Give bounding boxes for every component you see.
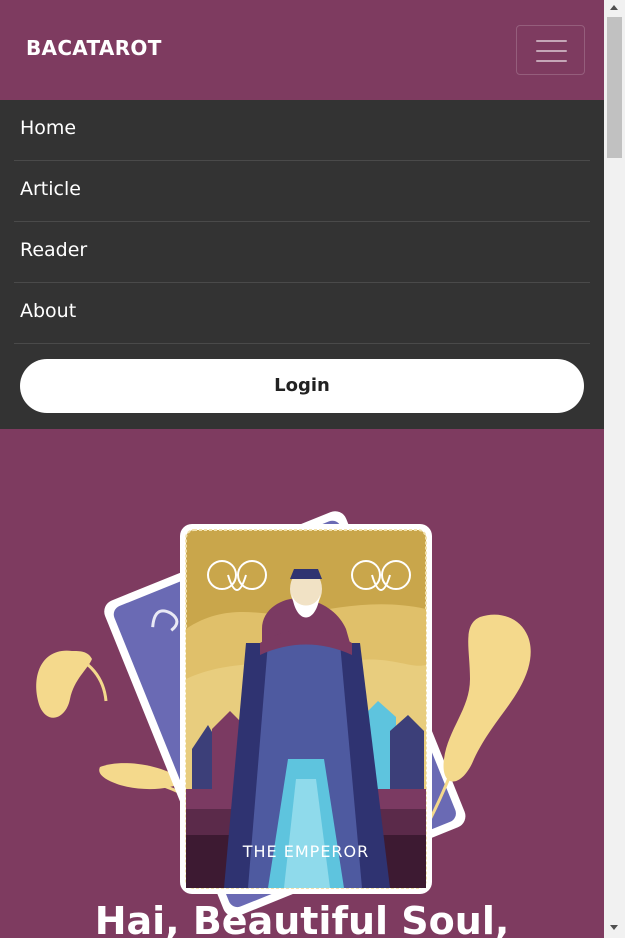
- nav-item-label: Article: [20, 178, 81, 200]
- scroll-down-arrow-icon[interactable]: [610, 925, 618, 930]
- scrollbar[interactable]: [604, 0, 625, 938]
- card-caption: THE EMPEROR: [242, 842, 370, 861]
- nav-item-home[interactable]: Home: [14, 100, 590, 161]
- nav-item-label: Reader: [20, 239, 88, 261]
- nav-item-label: About: [20, 300, 77, 322]
- nav-item-about[interactable]: About: [14, 283, 590, 344]
- hero-section: THE EMPEROR Hai, Beautiful Soul,: [0, 429, 604, 938]
- nav-item-reader[interactable]: Reader: [14, 222, 590, 283]
- nav-menu: Home Article Reader About Login: [0, 100, 604, 429]
- leaf-decoration-right: [418, 614, 531, 840]
- scroll-up-arrow-icon[interactable]: [610, 5, 618, 10]
- tarot-card-front: THE EMPEROR: [180, 524, 432, 894]
- hero-title: Hai, Beautiful Soul,: [94, 899, 510, 938]
- tarot-illustration: THE EMPEROR: [36, 511, 531, 917]
- brand-logo[interactable]: BACATAROT: [26, 36, 162, 60]
- navbar-toggler-button[interactable]: [516, 25, 585, 75]
- scroll-thumb[interactable]: [607, 17, 622, 158]
- login-button[interactable]: Login: [20, 359, 584, 413]
- nav-item-label: Home: [20, 117, 77, 139]
- navbar: BACATAROT: [0, 0, 604, 100]
- nav-item-article[interactable]: Article: [14, 161, 590, 222]
- page: BACATAROT Home Article Reader About Logi…: [0, 0, 604, 938]
